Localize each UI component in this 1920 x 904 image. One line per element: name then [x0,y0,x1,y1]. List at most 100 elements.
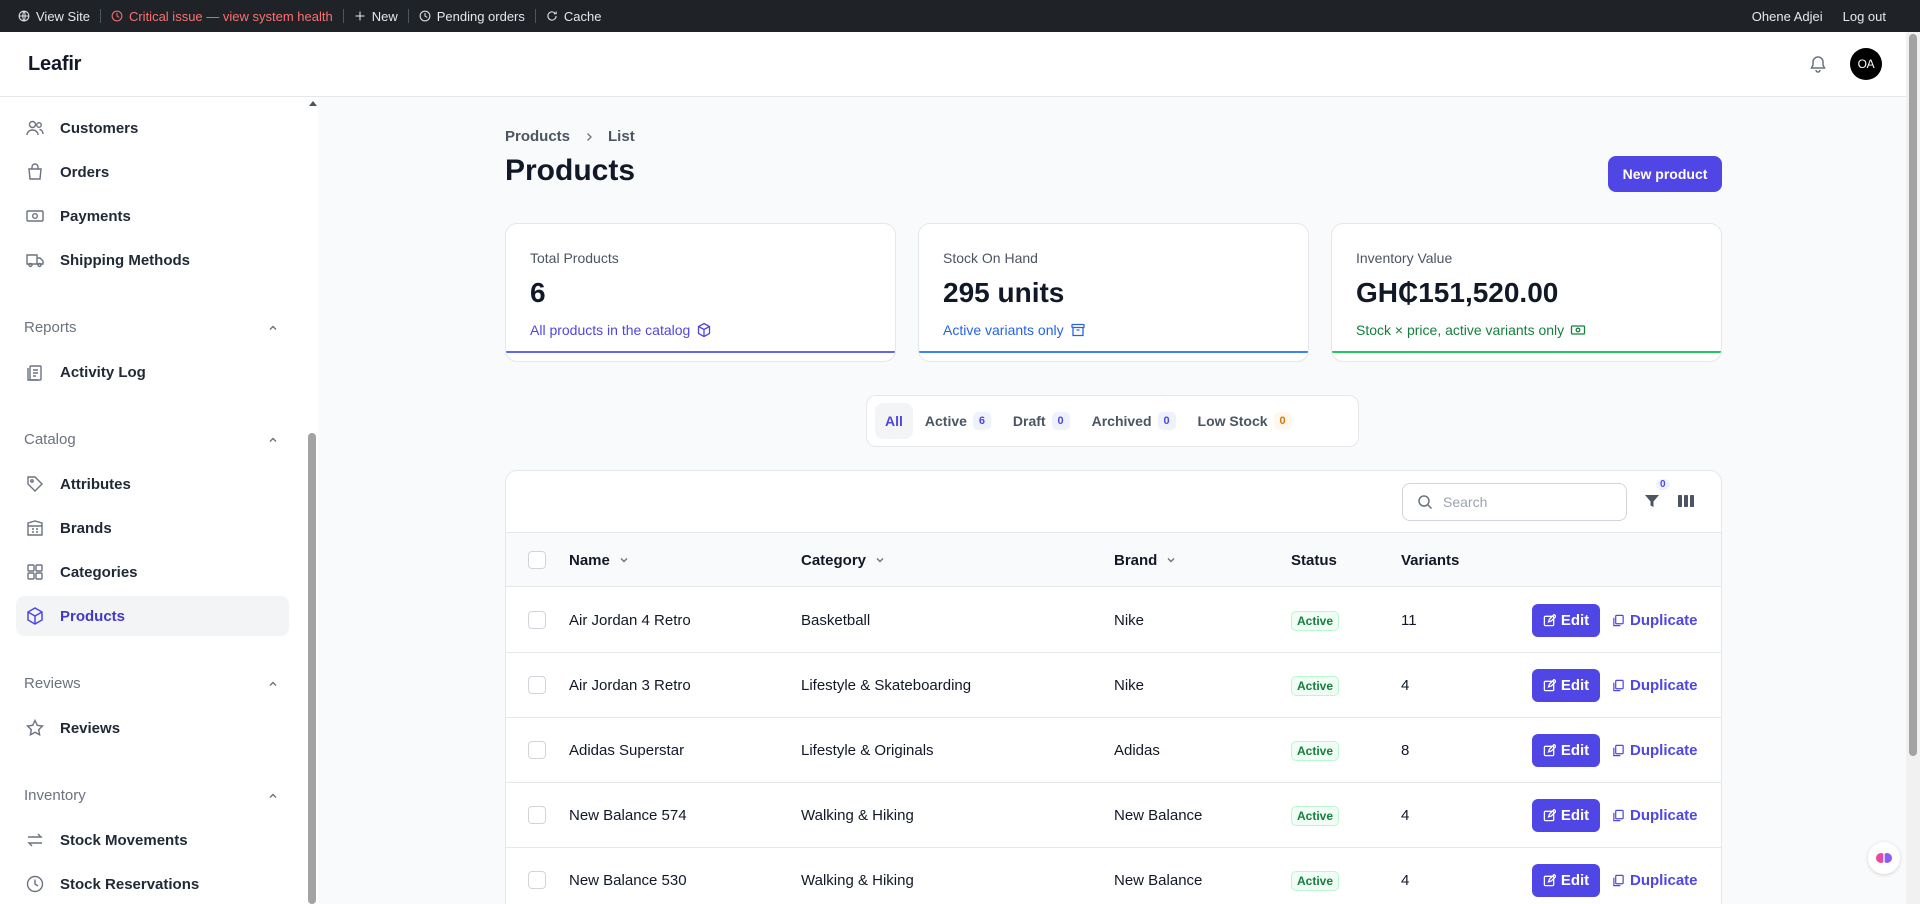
group-label: Inventory [24,787,86,804]
edit-button[interactable]: Edit [1532,669,1600,702]
group-inventory[interactable]: Inventory [24,787,279,804]
duplicate-icon [1613,874,1624,887]
avatar[interactable]: OA [1850,48,1882,80]
stat-description-text: Active variants only [943,322,1064,338]
row-checkbox[interactable] [528,676,546,694]
column-label: Brand [1114,551,1158,569]
duplicate-button[interactable]: Duplicate [1612,604,1698,637]
duplicate-label: Duplicate [1630,742,1698,759]
new-link[interactable]: New [344,0,408,32]
breadcrumb-list: List [608,128,635,145]
window-scrollbar-thumb[interactable] [1909,34,1917,756]
duplicate-label: Duplicate [1630,872,1698,889]
sidebar-item-label: Categories [60,563,138,581]
select-all-checkbox[interactable] [528,551,546,569]
star-icon [25,718,45,738]
row-checkbox[interactable] [528,741,546,759]
duplicate-button[interactable]: Duplicate [1612,864,1698,897]
assistant-button[interactable] [1868,842,1900,874]
app-logo[interactable]: Leafir [28,53,81,76]
scroll-up-arrow[interactable] [309,101,317,106]
edit-label: Edit [1560,872,1590,889]
duplicate-button[interactable]: Duplicate [1612,799,1698,832]
tab-low-stock[interactable]: Low Stock 0 [1188,403,1302,439]
filter-button[interactable] [1643,492,1663,512]
sidebar-item-label: Products [60,607,126,625]
product-name[interactable]: Air Jordan 4 Retro [569,588,691,653]
sidebar-item-payments[interactable]: Payments [16,196,289,236]
sidebar-item-activity-log[interactable]: Activity Log [16,352,289,392]
sidebar-item-customers[interactable]: Customers [16,108,289,148]
group-catalog[interactable]: Catalog [24,431,279,448]
column-header-category[interactable]: Category [801,533,886,587]
row-checkbox[interactable] [528,806,546,824]
cache-link[interactable]: Cache [536,0,612,32]
sidebar-scrollbar-thumb[interactable] [308,433,316,904]
edit-button[interactable]: Edit [1532,734,1600,767]
group-reports[interactable]: Reports [24,319,279,336]
sidebar-item-reviews[interactable]: Reviews [16,708,289,748]
tab-active[interactable]: Active 6 [915,403,1001,439]
cube-icon [25,606,45,626]
columns-toggle-button[interactable] [1676,491,1696,511]
search-input[interactable] [1443,494,1603,510]
duplicate-button[interactable]: Duplicate [1612,734,1698,767]
chevron-down-icon [620,558,628,563]
table-row[interactable]: Air Jordan 4 Retro Basketball Nike Active 11… [506,588,1721,653]
tab-draft[interactable]: Draft 0 [1003,403,1080,439]
product-variants: 11 [1401,612,1417,629]
product-category: Walking & Hiking [801,807,914,824]
table-row[interactable]: Adidas Superstar Lifestyle & Originals Adi… [506,718,1721,783]
shopping-bag-icon [25,162,45,182]
sidebar-item-label: Payments [60,207,131,225]
clipboard-icon [25,362,45,382]
sidebar-item-stock-reservations[interactable]: Stock Reservations [16,864,289,904]
sidebar-item-shipping-methods[interactable]: Shipping Methods [16,240,289,280]
column-header-brand[interactable]: Brand [1114,533,1177,587]
sidebar-item-brands[interactable]: Brands [16,508,289,548]
column-label: Category [801,551,867,569]
critical-issue-link[interactable]: Critical issue — view system health [101,0,343,32]
product-name[interactable]: Adidas Superstar [569,718,684,783]
table-row[interactable]: Air Jordan 3 Retro Lifestyle & Skateboard… [506,653,1721,718]
table-row[interactable]: New Balance 574 Walking & Hiking New Balan… [506,783,1721,848]
group-reviews[interactable]: Reviews [24,675,279,692]
pending-orders-link[interactable]: Pending orders [409,0,535,32]
status-badge: Active [1291,675,1340,696]
product-name[interactable]: New Balance 530 [569,848,687,904]
duplicate-button[interactable]: Duplicate [1612,669,1698,702]
sidebar-item-products[interactable]: Products [16,596,289,636]
sidebar-item-orders[interactable]: Orders [16,152,289,192]
product-name[interactable]: Air Jordan 3 Retro [569,653,691,718]
edit-button[interactable]: Edit [1532,864,1600,897]
edit-label: Edit [1560,742,1590,759]
product-name[interactable]: New Balance 574 [569,783,687,848]
sidebar-item-attributes[interactable]: Attributes [16,464,289,504]
filter-icon [1645,495,1659,507]
tab-all[interactable]: All [875,403,913,439]
sidebar-scrollbar[interactable] [306,97,318,904]
user-name[interactable]: Ohene Adjei [1742,0,1833,32]
stat-description: All products in the catalog [530,322,712,338]
notifications-button[interactable] [1808,54,1828,74]
edit-button[interactable]: Edit [1532,604,1600,637]
column-header-name[interactable]: Name [569,533,630,587]
product-brand: Adidas [1114,742,1160,759]
edit-button[interactable]: Edit [1532,799,1600,832]
stat-description: Active variants only [943,322,1086,338]
sidebar-item-categories[interactable]: Categories [16,552,289,592]
breadcrumb-products[interactable]: Products [505,128,570,145]
product-category: Basketball [801,612,871,629]
arrows-icon [25,830,45,850]
view-site-link[interactable]: View Site [0,0,100,32]
logout-link[interactable]: Log out [1833,0,1920,32]
tab-label: All [885,413,903,429]
row-checkbox[interactable] [528,611,546,629]
stat-description: Stock × price, active variants only [1356,322,1586,338]
sidebar-item-stock-movements[interactable]: Stock Movements [16,820,289,860]
window-scrollbar[interactable] [1906,32,1920,904]
row-checkbox[interactable] [528,871,546,889]
new-product-button[interactable]: New product [1608,156,1722,192]
tab-archived[interactable]: Archived 0 [1082,403,1186,439]
table-row[interactable]: New Balance 530 Walking & Hiking New Balan… [506,848,1721,904]
